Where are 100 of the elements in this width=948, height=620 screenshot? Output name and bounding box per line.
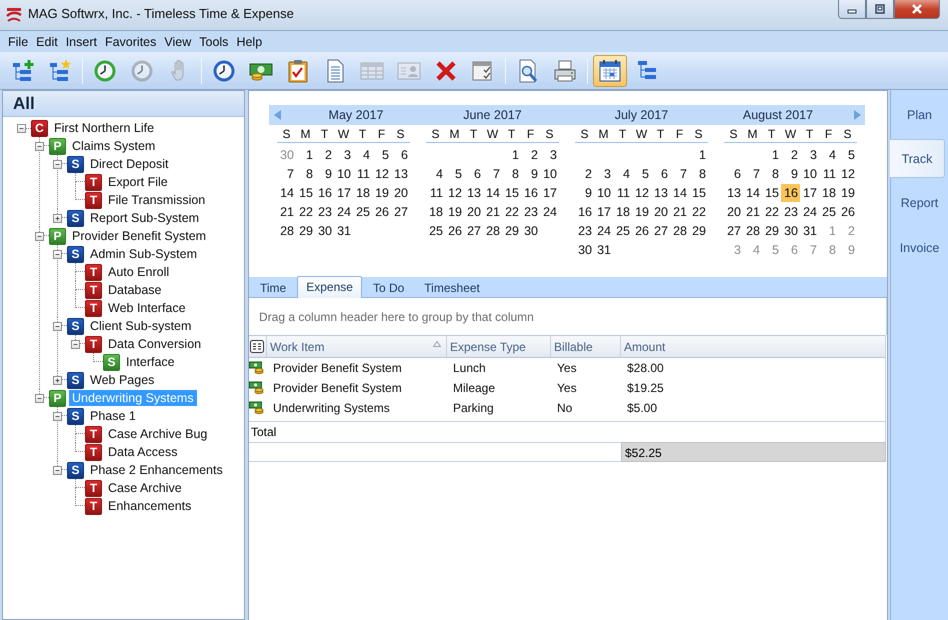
- calendar-day[interactable]: 13: [651, 184, 670, 202]
- calendar-day[interactable]: 29: [762, 222, 781, 240]
- calendar-day[interactable]: 14: [277, 184, 296, 202]
- calendar-day[interactable]: 16: [781, 184, 800, 202]
- calendar-day[interactable]: 15: [689, 184, 708, 202]
- calendar-day[interactable]: 24: [334, 202, 353, 220]
- calendar-day[interactable]: 20: [464, 202, 483, 220]
- calendar-day[interactable]: 20: [724, 202, 743, 220]
- tree-item[interactable]: Phase 1: [87, 408, 139, 424]
- calendar-day[interactable]: 2: [521, 146, 540, 164]
- calendar-day[interactable]: 25: [426, 222, 445, 240]
- calendar-day[interactable]: 17: [540, 184, 559, 202]
- tree-item[interactable]: First Northern Life: [51, 120, 158, 136]
- calendar-day[interactable]: 27: [651, 222, 670, 240]
- calendar-day[interactable]: 1: [296, 146, 315, 164]
- calendar-day[interactable]: 4: [426, 164, 445, 182]
- collapse-icon[interactable]: [53, 322, 62, 330]
- calendar-day[interactable]: 27: [391, 202, 410, 220]
- calendar-day[interactable]: 28: [483, 222, 502, 240]
- tree-item[interactable]: Phase 2 Enhancements: [87, 462, 226, 478]
- calendar-day[interactable]: 15: [296, 184, 315, 202]
- calendar-day[interactable]: 9: [575, 184, 594, 202]
- calendar-day[interactable]: 3: [334, 146, 353, 164]
- calendar-day[interactable]: 2: [315, 146, 334, 164]
- maximize-button[interactable]: [866, 0, 894, 19]
- calendar-day[interactable]: 11: [613, 184, 632, 202]
- calendar-day[interactable]: 24: [800, 202, 819, 220]
- calendar-day[interactable]: 6: [651, 164, 670, 182]
- calendar-day[interactable]: 13: [724, 184, 743, 202]
- calendar-day[interactable]: 6: [724, 164, 743, 182]
- calendar-day[interactable]: 12: [372, 164, 391, 182]
- tree-item[interactable]: Admin Sub-System: [87, 246, 200, 262]
- collapse-icon[interactable]: [53, 160, 62, 168]
- calendar-day[interactable]: 8: [502, 164, 521, 182]
- menu-item[interactable]: Tools: [195, 34, 232, 48]
- tree-item[interactable]: Database: [105, 282, 165, 298]
- calendar-day[interactable]: 18: [353, 184, 372, 202]
- calendar-day[interactable]: 18: [426, 202, 445, 220]
- toolbar-button[interactable]: [593, 54, 627, 86]
- calendar-day[interactable]: 22: [296, 202, 315, 220]
- calendar-day[interactable]: 27: [724, 222, 743, 240]
- calendar-day[interactable]: 23: [575, 222, 594, 240]
- calendar-day[interactable]: 11: [819, 164, 838, 182]
- tree-item[interactable]: Report Sub-System: [87, 210, 202, 226]
- calendar-day[interactable]: 10: [540, 164, 559, 182]
- column-header[interactable]: Expense Type: [447, 335, 551, 358]
- tree-item[interactable]: Client Sub-system: [87, 318, 194, 334]
- calendar-day[interactable]: 19: [632, 202, 651, 220]
- calendar-day[interactable]: 30: [521, 222, 540, 240]
- tree-item[interactable]: Case Archive: [105, 480, 185, 496]
- calendar-day[interactable]: 2: [575, 164, 594, 182]
- tree-item[interactable]: Direct Deposit: [87, 156, 172, 172]
- tree-item[interactable]: Auto Enroll: [105, 264, 172, 280]
- tab[interactable]: Time: [251, 277, 296, 297]
- calendar-day[interactable]: 20: [391, 184, 410, 202]
- side-tab[interactable]: Plan: [891, 92, 948, 137]
- collapse-icon[interactable]: [53, 412, 62, 420]
- calendar-day[interactable]: 1: [689, 146, 708, 164]
- calendar-day[interactable]: 14: [483, 184, 502, 202]
- calendar-day[interactable]: 3: [594, 164, 613, 182]
- calendar-day[interactable]: 10: [800, 164, 819, 182]
- tab[interactable]: Expense: [297, 276, 362, 298]
- calendar-day[interactable]: 19: [372, 184, 391, 202]
- side-tab[interactable]: Track: [890, 139, 945, 178]
- tree-item[interactable]: Web Interface: [105, 300, 189, 316]
- calendar-day[interactable]: 23: [781, 202, 800, 220]
- calendar-day[interactable]: 10: [334, 164, 353, 182]
- menu-item[interactable]: File: [4, 34, 32, 48]
- calendar-day[interactable]: 13: [464, 184, 483, 202]
- calendar-day[interactable]: 19: [445, 202, 464, 220]
- calendar-day[interactable]: 26: [445, 222, 464, 240]
- tree-item[interactable]: Enhancements: [105, 498, 194, 514]
- calendar-day[interactable]: 12: [838, 164, 857, 182]
- close-button[interactable]: [894, 0, 940, 19]
- tree-item[interactable]: File Transmission: [105, 192, 208, 208]
- calendar-day[interactable]: 31: [800, 222, 819, 240]
- collapse-icon[interactable]: [35, 232, 44, 240]
- calendar-day[interactable]: 26: [632, 222, 651, 240]
- calendar-day[interactable]: 8: [762, 164, 781, 182]
- calendar-day[interactable]: 28: [670, 222, 689, 240]
- calendar-day[interactable]: 31: [334, 222, 353, 240]
- menu-item[interactable]: Favorites: [100, 34, 160, 48]
- calendar-day[interactable]: 7: [743, 164, 762, 182]
- side-tab[interactable]: Invoice: [891, 225, 948, 270]
- minimize-button[interactable]: [838, 0, 866, 19]
- calendar-day[interactable]: 29: [689, 222, 708, 240]
- menu-item[interactable]: Edit: [32, 34, 62, 48]
- calendar-day[interactable]: 27: [464, 222, 483, 240]
- tree-item[interactable]: Provider Benefit System: [69, 228, 210, 244]
- menu-item[interactable]: Help: [232, 34, 266, 48]
- calendar-day[interactable]: 22: [502, 202, 521, 220]
- calendar-day[interactable]: 23: [315, 202, 334, 220]
- calendar-day[interactable]: 18: [613, 202, 632, 220]
- tree-item[interactable]: Claims System: [69, 138, 158, 154]
- tree-item[interactable]: Case Archive Bug: [105, 426, 210, 442]
- calendar-day[interactable]: 20: [651, 202, 670, 220]
- calendar-day[interactable]: 5: [838, 146, 857, 164]
- calendar-day[interactable]: 25: [353, 202, 372, 220]
- expand-icon[interactable]: [53, 376, 62, 384]
- tree-item[interactable]: Data Conversion: [105, 336, 204, 352]
